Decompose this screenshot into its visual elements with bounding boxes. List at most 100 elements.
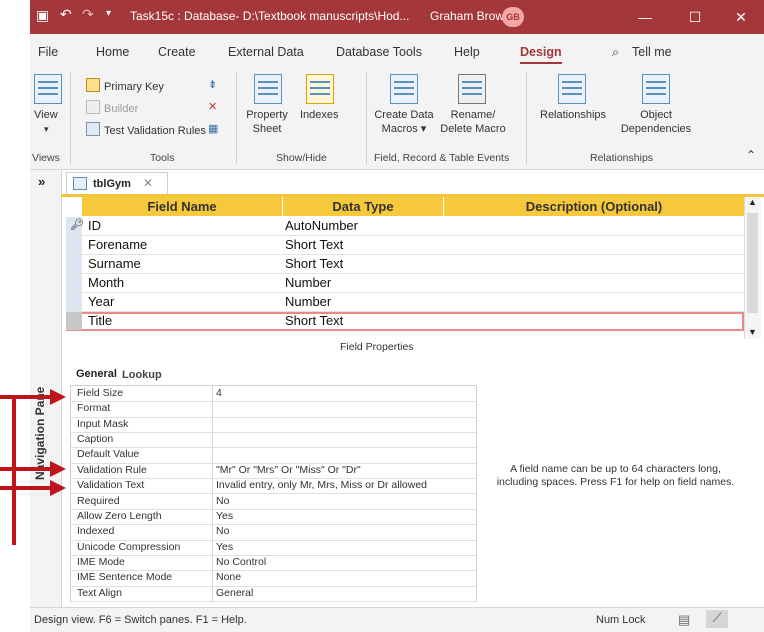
tab-help[interactable]: Help: [454, 45, 480, 59]
tab-lookup[interactable]: Lookup: [122, 369, 162, 381]
datasheet-view-icon[interactable]: ▤: [678, 612, 690, 628]
row-selector[interactable]: 🔑︎: [66, 217, 84, 235]
property-value[interactable]: Invalid entry, only Mr, Mrs, Miss or Dr …: [216, 478, 427, 493]
view-dropdown-icon[interactable]: ▾: [44, 122, 49, 136]
close-icon[interactable]: ✕: [728, 4, 754, 30]
tab-general[interactable]: General: [76, 368, 117, 380]
property-row[interactable]: Validation Text Invalid entry, only Mr, M…: [71, 478, 476, 495]
vertical-scrollbar[interactable]: ▲ ▼: [744, 197, 761, 339]
search-icon[interactable]: ⌕: [612, 45, 619, 60]
builder-button[interactable]: Builder: [86, 100, 138, 116]
property-row[interactable]: Input Mask: [71, 417, 476, 434]
insert-rows-icon[interactable]: ⇟: [208, 78, 217, 92]
test-validation-rules-button[interactable]: Test Validation Rules: [86, 122, 206, 138]
property-value[interactable]: None: [216, 570, 241, 585]
create-data-label-1: Create Data: [374, 109, 434, 121]
primary-key-button[interactable]: Primary Key: [86, 78, 164, 94]
property-value[interactable]: No: [216, 524, 229, 539]
data-type-cell[interactable]: Short Text: [285, 313, 343, 328]
view-button[interactable]: View: [34, 108, 58, 122]
data-type-cell[interactable]: Short Text: [285, 237, 343, 252]
table-row[interactable]: 🔑︎ ID AutoNumber: [66, 217, 744, 236]
relationships-button[interactable]: Relationships: [540, 108, 606, 122]
maximize-icon[interactable]: ☐: [682, 4, 708, 30]
tab-tblgym[interactable]: tblGym ✕: [66, 172, 168, 195]
user-name[interactable]: Graham Brown: [430, 9, 511, 23]
expand-nav-icon[interactable]: »: [38, 174, 45, 189]
tab-external-data[interactable]: External Data: [228, 45, 304, 59]
delete-rows-icon[interactable]: ✕: [208, 100, 217, 114]
property-row[interactable]: Allow Zero Length Yes: [71, 509, 476, 526]
scroll-thumb[interactable]: [747, 213, 758, 313]
table-row[interactable]: Year Number: [66, 293, 744, 312]
table-row[interactable]: Month Number: [66, 274, 744, 293]
field-name-cell[interactable]: Forename: [88, 237, 147, 252]
property-value[interactable]: Yes: [216, 509, 233, 524]
property-row[interactable]: Format: [71, 401, 476, 418]
property-row[interactable]: IME Mode No Control: [71, 555, 476, 572]
property-row[interactable]: Caption: [71, 432, 476, 449]
tab-home[interactable]: Home: [96, 45, 129, 59]
object-dependencies-button[interactable]: Object Dependencies: [614, 108, 698, 136]
property-value[interactable]: Yes: [216, 540, 233, 555]
property-value[interactable]: "Mr" Or "Mrs" Or "Miss" Or "Dr": [216, 463, 361, 478]
property-value[interactable]: General: [216, 586, 253, 601]
property-value[interactable]: 4: [216, 386, 222, 401]
tab-design[interactable]: Design: [520, 45, 562, 59]
scroll-up-icon[interactable]: ▲: [748, 197, 757, 207]
property-row[interactable]: Field Size 4: [71, 386, 476, 403]
scroll-down-icon[interactable]: ▼: [748, 327, 757, 337]
row-selector[interactable]: [66, 255, 82, 273]
avatar[interactable]: GB: [502, 7, 524, 27]
minimize-icon[interactable]: —: [632, 4, 658, 30]
field-name-cell[interactable]: Title: [88, 313, 112, 328]
property-value[interactable]: No: [216, 494, 229, 509]
close-tab-icon[interactable]: ✕: [143, 176, 153, 190]
redo-icon[interactable]: ↷: [82, 6, 94, 23]
field-name-cell[interactable]: Year: [88, 294, 114, 309]
row-selector[interactable]: [66, 236, 82, 254]
view-icon: [34, 74, 62, 104]
property-name: Caption: [77, 433, 114, 446]
property-row[interactable]: Required No: [71, 494, 476, 510]
modify-lookups-icon[interactable]: ▦: [208, 122, 218, 136]
data-type-cell[interactable]: Short Text: [285, 256, 343, 271]
property-sheet-button[interactable]: Property Sheet: [242, 108, 292, 136]
rename-delete-macro-button[interactable]: Rename/Delete Macro: [440, 108, 506, 136]
row-selector[interactable]: [66, 293, 82, 311]
property-name: Indexed: [77, 525, 115, 538]
property-value[interactable]: No Control: [216, 555, 266, 570]
property-row[interactable]: Indexed No: [71, 524, 476, 541]
tab-file[interactable]: File: [38, 45, 58, 59]
undo-icon[interactable]: ↶: [60, 6, 72, 23]
property-row[interactable]: Text Align General: [71, 586, 476, 602]
data-type-cell[interactable]: AutoNumber: [285, 218, 358, 233]
design-view-icon[interactable]: ⟋: [706, 610, 728, 628]
property-row[interactable]: Unicode Compression Yes: [71, 540, 476, 556]
collapse-ribbon-icon[interactable]: ⌃: [746, 148, 756, 162]
tab-database-tools[interactable]: Database Tools: [336, 45, 422, 59]
property-name: Input Mask: [77, 417, 129, 430]
tell-me-search[interactable]: Tell me: [632, 45, 672, 59]
table-row-selected[interactable]: Title Short Text: [66, 312, 744, 331]
qat-dropdown-icon[interactable]: ▾: [106, 8, 111, 19]
table-row[interactable]: Surname Short Text: [66, 255, 744, 274]
field-name-cell[interactable]: Month: [88, 275, 124, 290]
save-icon[interactable]: ▣: [36, 7, 49, 24]
data-type-cell[interactable]: Number: [285, 294, 331, 309]
divider: [366, 72, 367, 164]
field-name-cell[interactable]: Surname: [88, 256, 141, 271]
property-row[interactable]: IME Sentence Mode None: [71, 570, 476, 587]
row-selector[interactable]: [66, 274, 82, 292]
data-type-cell[interactable]: Number: [285, 275, 331, 290]
field-name-cell[interactable]: ID: [88, 218, 101, 233]
annotation-bracket-line: [12, 397, 16, 545]
object-dep-label-2: Dependencies: [620, 123, 692, 135]
row-selector[interactable]: [66, 312, 82, 330]
tab-create[interactable]: Create: [158, 45, 196, 59]
property-row[interactable]: Validation Rule "Mr" Or "Mrs" Or "Miss" O…: [71, 463, 476, 480]
create-data-macros-button[interactable]: Create Data Macros ▾: [372, 108, 436, 136]
table-row[interactable]: Forename Short Text: [66, 236, 744, 255]
indexes-button[interactable]: Indexes: [300, 108, 339, 122]
property-row[interactable]: Default Value: [71, 447, 476, 464]
